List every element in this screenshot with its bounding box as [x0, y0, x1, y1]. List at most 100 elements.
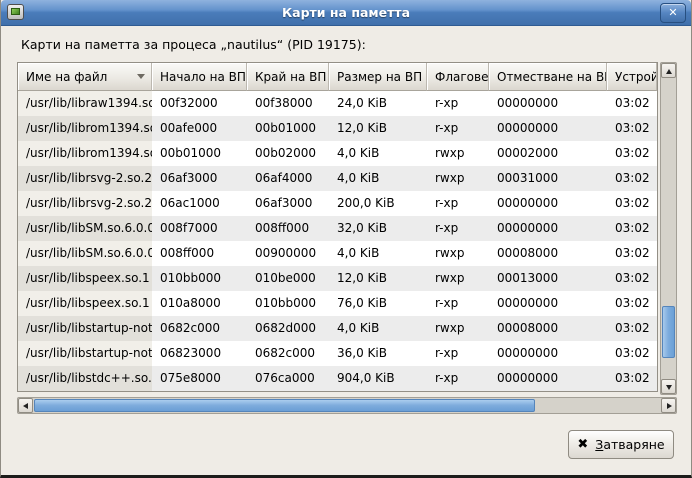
- cell-filename: /usr/lib/libstartup-not: [18, 316, 152, 341]
- cell-device: 03:02: [607, 341, 657, 366]
- cell-flags: r-xp: [427, 291, 489, 316]
- window-close-icon[interactable]: ✕: [660, 3, 686, 23]
- cell-vm-size: 76,0 KiB: [329, 291, 427, 316]
- arrow-right-icon: [667, 403, 672, 409]
- scroll-right-button[interactable]: [661, 398, 676, 413]
- vertical-scrollbar-thumb[interactable]: [662, 306, 675, 358]
- cell-vm-offset: 00002000: [489, 141, 607, 166]
- cell-vm-offset: 00000000: [489, 91, 607, 116]
- cell-flags: r-xp: [427, 341, 489, 366]
- cell-vm-offset: 00000000: [489, 216, 607, 241]
- table-row[interactable]: /usr/lib/librom1394.so00afe00000b0100012…: [18, 116, 657, 141]
- cell-vm-size: 4,0 KiB: [329, 241, 427, 266]
- column-header-flags[interactable]: Флагове: [427, 63, 489, 91]
- column-header-vm-offset[interactable]: Отместване на ВП: [489, 63, 607, 91]
- cell-filename: /usr/lib/librsvg-2.so.2: [18, 166, 152, 191]
- cell-vm-size: 12,0 KiB: [329, 116, 427, 141]
- scroll-down-button[interactable]: [661, 379, 676, 394]
- cell-vm-end: 010be000: [247, 266, 329, 291]
- cell-vm-end: 0682d000: [247, 316, 329, 341]
- cell-vm-end: 076ca000: [247, 366, 329, 391]
- table-row[interactable]: /usr/lib/libstartup-not0682c0000682d0004…: [18, 316, 657, 341]
- cell-vm-start: 075e8000: [152, 366, 247, 391]
- cell-vm-end: 00b01000: [247, 116, 329, 141]
- column-header-label: Флагове: [435, 70, 488, 84]
- cell-device: 03:02: [607, 141, 657, 166]
- cell-flags: r-xp: [427, 216, 489, 241]
- cell-flags: r-xp: [427, 191, 489, 216]
- cell-filename: /usr/lib/libSM.so.6.0.0: [18, 241, 152, 266]
- cell-vm-start: 010a8000: [152, 291, 247, 316]
- cell-filename: /usr/lib/librom1394.so: [18, 141, 152, 166]
- process-label: Карти на паметта за процеса „nautilus“ (…: [21, 37, 366, 52]
- cell-vm-offset: 00000000: [489, 291, 607, 316]
- cell-flags: rwxp: [427, 266, 489, 291]
- column-header-label: Размер на ВП: [337, 70, 422, 84]
- table-row[interactable]: /usr/lib/libstartup-not068230000682c0003…: [18, 341, 657, 366]
- table-row[interactable]: /usr/lib/libstdc++.so.075e8000076ca00090…: [18, 366, 657, 391]
- column-header-vm-end[interactable]: Край на ВП: [247, 63, 329, 91]
- titlebar[interactable]: Карти на паметта ✕: [1, 0, 691, 26]
- cell-vm-size: 4,0 KiB: [329, 166, 427, 191]
- cell-vm-start: 008f7000: [152, 216, 247, 241]
- table-body: /usr/lib/libraw1394.so00f3200000f3800024…: [18, 91, 657, 391]
- cell-device: 03:02: [607, 316, 657, 341]
- scroll-up-button[interactable]: [661, 63, 676, 78]
- table-row[interactable]: /usr/lib/librom1394.so00b0100000b020004,…: [18, 141, 657, 166]
- cell-vm-start: 010bb000: [152, 266, 247, 291]
- cell-device: 03:02: [607, 366, 657, 391]
- cell-vm-size: 12,0 KiB: [329, 266, 427, 291]
- cell-filename: /usr/lib/libspeex.so.1: [18, 266, 152, 291]
- cell-vm-size: 24,0 KiB: [329, 91, 427, 116]
- cell-vm-offset: 00000000: [489, 366, 607, 391]
- cell-device: 03:02: [607, 266, 657, 291]
- cell-device: 03:02: [607, 241, 657, 266]
- table-row[interactable]: /usr/lib/libraw1394.so00f3200000f3800024…: [18, 91, 657, 116]
- table-row[interactable]: /usr/lib/libSM.so.6.0.0008f7000008ff0003…: [18, 216, 657, 241]
- column-header-label: Начало на ВП: [160, 70, 246, 84]
- table-row[interactable]: /usr/lib/libspeex.so.1010bb000010be00012…: [18, 266, 657, 291]
- cell-vm-end: 06af4000: [247, 166, 329, 191]
- table-row[interactable]: /usr/lib/librsvg-2.so.206ac100006af30002…: [18, 191, 657, 216]
- cell-flags: rwxp: [427, 316, 489, 341]
- table-row[interactable]: /usr/lib/libspeex.so.1010a8000010bb00076…: [18, 291, 657, 316]
- cell-flags: rwxp: [427, 141, 489, 166]
- column-header-vm-start[interactable]: Начало на ВП: [152, 63, 247, 91]
- vertical-scrollbar[interactable]: [660, 62, 677, 395]
- scroll-left-button[interactable]: [18, 398, 33, 413]
- memory-maps-dialog: Карти на паметта ✕ Карти на паметта за п…: [0, 0, 692, 478]
- cell-vm-offset: 00000000: [489, 341, 607, 366]
- cell-device: 03:02: [607, 191, 657, 216]
- column-header-vm-size[interactable]: Размер на ВП: [329, 63, 427, 91]
- memory-maps-table: Име на файл Начало на ВПКрай на ВП Размер …: [17, 62, 658, 392]
- cell-filename: /usr/lib/librom1394.so: [18, 116, 152, 141]
- cell-vm-offset: 00031000: [489, 166, 607, 191]
- cell-vm-offset: 00000000: [489, 116, 607, 141]
- table-row[interactable]: /usr/lib/libSM.so.6.0.0008ff000009000004…: [18, 241, 657, 266]
- cell-vm-end: 00b02000: [247, 141, 329, 166]
- close-x-icon: ✖: [577, 437, 588, 452]
- column-header-device[interactable]: Устройство: [607, 63, 657, 91]
- cell-device: 03:02: [607, 91, 657, 116]
- horizontal-scrollbar[interactable]: [17, 397, 677, 414]
- cell-vm-start: 0682c000: [152, 316, 247, 341]
- cell-filename: /usr/lib/libspeex.so.1: [18, 291, 152, 316]
- cell-vm-start: 00afe000: [152, 116, 247, 141]
- close-button[interactable]: ✖ Затваряне: [568, 430, 674, 459]
- cell-device: 03:02: [607, 291, 657, 316]
- window-title: Карти на паметта: [1, 5, 691, 20]
- table-row[interactable]: /usr/lib/librsvg-2.so.206af300006af40004…: [18, 166, 657, 191]
- cell-vm-start: 00b01000: [152, 141, 247, 166]
- cell-flags: rwxp: [427, 241, 489, 266]
- cell-vm-offset: 00008000: [489, 241, 607, 266]
- column-header-label: Име на файл: [26, 70, 107, 84]
- cell-filename: /usr/lib/libstartup-not: [18, 341, 152, 366]
- cell-vm-size: 904,0 KiB: [329, 366, 427, 391]
- column-header-filename[interactable]: Име на файл: [18, 63, 152, 91]
- cell-flags: rwxp: [427, 166, 489, 191]
- cell-vm-size: 32,0 KiB: [329, 216, 427, 241]
- cell-vm-size: 36,0 KiB: [329, 341, 427, 366]
- cell-vm-start: 06af3000: [152, 166, 247, 191]
- horizontal-scrollbar-thumb[interactable]: [34, 399, 535, 412]
- cell-vm-end: 0682c000: [247, 341, 329, 366]
